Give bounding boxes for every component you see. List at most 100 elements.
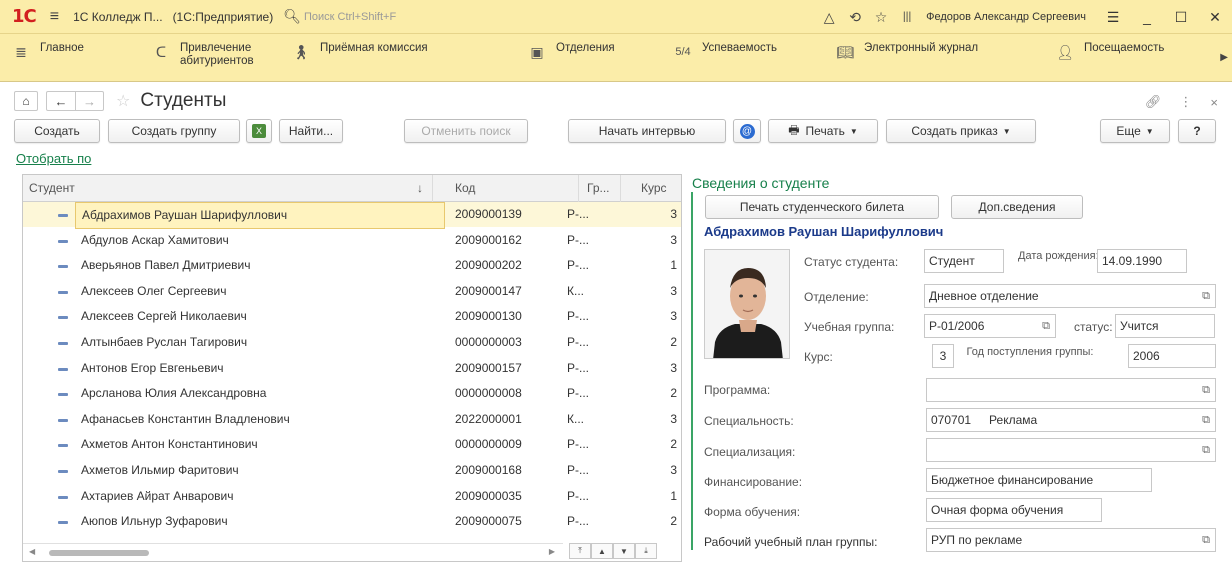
cell-student: Ахметов Ильмир Фаритович <box>81 462 239 477</box>
section-attendance[interactable]: 👤︎ Посещаемость <box>1054 42 1164 59</box>
specialty-field[interactable]: 070701 Реклама ⧉ <box>926 408 1216 432</box>
details-border <box>691 192 693 550</box>
bell-icon[interactable]: △ <box>816 9 842 26</box>
open-icon[interactable]: ⧉ <box>1202 529 1210 551</box>
table-row[interactable]: Алтынбаев Руслан Тагирович 0000000003 Р-..… <box>23 330 681 356</box>
department-field[interactable]: Дневное отделение ⧉ <box>924 284 1216 308</box>
mail-button[interactable]: @ <box>733 119 761 143</box>
more-vertical-icon[interactable]: ⋮ <box>1179 94 1192 110</box>
program-label: Программа: <box>704 383 771 397</box>
cell-code: 2009000075 <box>455 514 522 529</box>
group-field[interactable]: Р-01/2006 ⧉ <box>924 314 1056 338</box>
scroll-up-icon[interactable]: ▲ <box>591 543 613 559</box>
open-icon[interactable]: ⧉ <box>1202 379 1210 401</box>
table-row[interactable]: Ахтариев Айрат Анварович 2009000035 Р-... 1 <box>23 484 681 510</box>
scroll-thumb[interactable] <box>49 550 149 556</box>
close-button[interactable]: ✕ <box>1198 9 1232 26</box>
table-row[interactable]: Арсланова Юлия Александровна 0000000008 Р-… <box>23 381 681 407</box>
open-icon[interactable]: ⧉ <box>1202 285 1210 307</box>
table-row[interactable]: Ахметов Ильмир Фаритович 2009000168 Р-... 3 <box>23 458 681 484</box>
cell-course: 3 <box>670 283 677 298</box>
print-button[interactable]: 🖶︎ Печать ▼ <box>768 119 878 143</box>
more-button[interactable]: Еще ▼ <box>1100 119 1170 143</box>
table-header: Студент ↓ Код Гр... Курс <box>23 175 681 202</box>
section-admissions[interactable]: 🚶︎ Приёмная комиссия <box>290 42 427 59</box>
table-row[interactable]: Ахметов Антон Константинович 0000000009 Р-… <box>23 432 681 458</box>
help-button[interactable]: ? <box>1178 119 1216 143</box>
cell-group: Р-... <box>567 258 590 273</box>
main-menu-icon[interactable]: ≡ <box>50 8 59 26</box>
cell-course: 3 <box>670 207 677 221</box>
open-icon[interactable]: ⧉ <box>1042 315 1050 337</box>
cancel-search-button[interactable]: Отменить поиск <box>404 119 528 143</box>
extra-info-button[interactable]: Доп.сведения <box>951 195 1083 219</box>
favorites-star-icon[interactable]: ☆ <box>868 9 894 26</box>
start-interview-button[interactable]: Начать интервью <box>568 119 726 143</box>
cell-course: 3 <box>670 309 677 324</box>
global-search[interactable]: 🔍︎ Поиск Ctrl+Shift+F <box>283 8 396 25</box>
scroll-right-icon[interactable]: ▶ <box>1220 52 1228 63</box>
cell-code: 2009000162 <box>455 232 522 247</box>
open-icon[interactable]: ⧉ <box>1202 439 1210 461</box>
row-marker-icon <box>58 214 68 217</box>
study-plan-label: Рабочий учебный план группы: <box>704 535 878 549</box>
column-course[interactable]: Курс <box>635 175 681 202</box>
favorite-star-icon[interactable]: ☆ <box>116 91 130 111</box>
program-field[interactable]: ⧉ <box>926 378 1216 402</box>
section-recruitment[interactable]: ᑕ Привлечение абитуриентов <box>150 42 290 68</box>
table-row[interactable]: Аверьянов Павел Дмитриевич 2009000202 Р-..… <box>23 253 681 279</box>
history-icon[interactable]: ⟲ <box>842 9 868 26</box>
study-plan-field[interactable]: РУП по рекламе ⧉ <box>926 528 1216 552</box>
find-button[interactable]: Найти... <box>279 119 343 143</box>
maximize-button[interactable]: ☐ <box>1164 9 1198 26</box>
column-code[interactable]: Код <box>449 175 579 202</box>
column-student[interactable]: Студент <box>23 175 433 202</box>
group-status-field[interactable]: Учится <box>1115 314 1215 338</box>
table-row[interactable]: Алексеев Сергей Николаевич 2009000130 Р-..… <box>23 304 681 330</box>
course-field[interactable]: 3 <box>932 344 954 368</box>
scroll-down-icon[interactable]: ▼ <box>613 543 635 559</box>
table-row[interactable]: Антонов Егор Евгеньевич 2009000157 Р-... 3 <box>23 356 681 382</box>
users-icon[interactable]: ꔖ <box>894 9 920 26</box>
filter-link[interactable]: Отобрать по <box>16 151 91 166</box>
section-departments[interactable]: ▣ Отделения <box>526 42 614 59</box>
sort-down-icon[interactable]: ↓ <box>417 175 423 202</box>
table-row[interactable]: Алексеев Олег Сергеевич 2009000147 К... 3 <box>23 279 681 305</box>
cell-code: 2009000130 <box>455 309 522 324</box>
link-icon[interactable]: 🔗︎ <box>1145 94 1162 110</box>
print-student-card-button[interactable]: Печать студенческого билета <box>705 195 939 219</box>
table-row[interactable]: Аюпов Ильнур Зуфарович 2009000075 Р-... 2 <box>23 509 681 535</box>
open-icon[interactable]: ⧉ <box>1202 409 1210 431</box>
excel-export-button[interactable]: X <box>246 119 272 143</box>
scroll-right-icon[interactable]: ▶ <box>549 547 555 556</box>
scroll-bottom-icon[interactable]: ⤓ <box>635 543 657 559</box>
minimize-button[interactable]: _ <box>1130 9 1164 25</box>
section-journal[interactable]: 📖︎ Электронный журнал <box>834 42 978 59</box>
horizontal-scrollbar[interactable]: ◀ ▶ <box>23 543 563 561</box>
back-arrow-icon[interactable]: ← <box>47 92 75 110</box>
specialization-field[interactable]: ⧉ <box>926 438 1216 462</box>
settings-menu-icon[interactable]: ☰ <box>1096 9 1130 26</box>
study-form-field[interactable]: Очная форма обучения <box>926 498 1102 522</box>
scroll-top-icon[interactable]: ⤒ <box>569 543 591 559</box>
create-order-button[interactable]: Создать приказ ▼ <box>886 119 1036 143</box>
home-icon[interactable]: ⌂ <box>14 91 38 111</box>
cell-group: Р-... <box>567 207 590 221</box>
enroll-year-field[interactable]: 2006 <box>1128 344 1216 368</box>
close-form-icon[interactable]: × <box>1210 95 1218 110</box>
section-performance[interactable]: 5/4 Успеваемость <box>672 42 777 59</box>
column-group[interactable]: Гр... <box>581 175 621 202</box>
create-button[interactable]: Создать <box>14 119 100 143</box>
section-main[interactable]: ≣ Главное <box>10 42 84 59</box>
forward-arrow-icon[interactable]: → <box>75 92 103 110</box>
create-group-button[interactable]: Создать группу <box>108 119 240 143</box>
birthdate-field[interactable]: 14.09.1990 <box>1097 249 1187 273</box>
status-field[interactable]: Студент <box>924 249 1004 273</box>
table-row[interactable]: Афанасьев Константин Владленович 20220000… <box>23 407 681 433</box>
table-row[interactable]: Абдрахимов Раушан Шарифуллович 2009000139… <box>23 202 681 229</box>
row-marker-icon <box>58 316 68 320</box>
financing-field[interactable]: Бюджетное финансирование <box>926 468 1152 492</box>
table-row[interactable]: Абдулов Аскар Хамитович 2009000162 Р-... 3 <box>23 228 681 254</box>
current-user[interactable]: Федоров Александр Сергеевич <box>926 11 1086 23</box>
scroll-left-icon[interactable]: ◀ <box>29 547 35 556</box>
